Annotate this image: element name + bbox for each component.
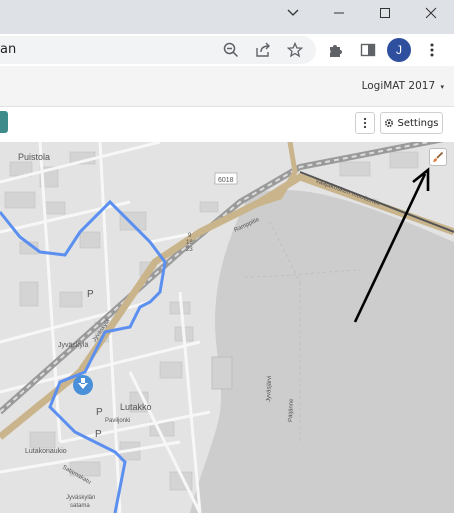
- zoom-button[interactable]: [220, 39, 242, 61]
- map-label-jyvaskyla: Jyväskylä: [58, 342, 88, 349]
- minimize-icon: [334, 12, 344, 14]
- paint-brush-icon: [433, 151, 444, 162]
- map-canvas[interactable]: Puistola 6018 Vaajakosken moottoritie Ra…: [0, 142, 454, 513]
- tab-search-chevron[interactable]: [270, 0, 316, 26]
- app-navbar: LogiMAT 2017 ▾: [0, 66, 454, 107]
- puzzle-icon: [330, 45, 342, 57]
- event-selector-label: LogiMAT 2017: [361, 80, 436, 92]
- profile-initial: J: [396, 43, 402, 57]
- map-label-junction-23: 23: [186, 247, 193, 253]
- map-toolbar: Settings: [0, 107, 454, 142]
- close-icon: [425, 7, 437, 19]
- chevron-down-icon: [287, 9, 299, 16]
- event-selector[interactable]: LogiMAT 2017 ▾: [362, 80, 444, 92]
- browser-menu-button[interactable]: [421, 39, 443, 61]
- close-button[interactable]: [408, 0, 454, 26]
- side-panel-icon: [360, 43, 376, 57]
- kebab-icon: [363, 117, 367, 129]
- gear-icon: [385, 118, 394, 128]
- map-label-lake-1: Jyväsjärvi: [266, 376, 273, 403]
- more-options-button[interactable]: [355, 112, 375, 134]
- address-text[interactable]: an: [0, 42, 16, 57]
- browser-title-bar: [0, 0, 454, 34]
- map-pond: [211, 356, 233, 390]
- map-style-button[interactable]: [429, 148, 447, 166]
- map-label-junction-18: 18: [186, 240, 193, 246]
- minimize-button[interactable]: [316, 0, 362, 26]
- map-label-lutakko: Lutakko: [120, 402, 152, 412]
- map-label-parking-2: P: [96, 407, 103, 418]
- settings-button[interactable]: Settings: [380, 112, 443, 134]
- settings-label: Settings: [397, 117, 439, 129]
- kebab-icon: [430, 43, 434, 57]
- share-button[interactable]: [252, 39, 274, 61]
- map-label-satama-2: satama: [70, 503, 90, 509]
- side-panel-button[interactable]: [357, 39, 379, 61]
- map-label-paviljonki: Paviljonki: [105, 418, 130, 424]
- map-label-road-6018: 6018: [218, 177, 234, 184]
- map-label-lake-2: Päijänne: [288, 398, 295, 422]
- profile-avatar[interactable]: J: [387, 38, 411, 62]
- map-label-parking-1: P: [87, 289, 94, 300]
- map-label-parking-3: P: [95, 429, 102, 440]
- share-icon: [256, 42, 270, 57]
- extensions-button[interactable]: [325, 39, 347, 61]
- maximize-button[interactable]: [362, 0, 408, 26]
- browser-toolbar: an J: [0, 34, 454, 66]
- map-label-lutakonaukio: Lutakonaukio: [25, 448, 67, 455]
- map-label-satama-1: Jyväskylän: [66, 495, 95, 501]
- teal-action-button[interactable]: [0, 111, 8, 133]
- location-pin-icon[interactable]: [73, 375, 93, 395]
- bookmark-button[interactable]: [284, 39, 306, 61]
- maximize-icon: [380, 8, 390, 18]
- zoom-out-icon: [223, 42, 239, 58]
- map-label-puistola: Puistola: [18, 152, 50, 162]
- star-icon: [287, 42, 303, 58]
- caret-down-icon: ▾: [440, 83, 444, 91]
- map-view[interactable]: Puistola 6018 Vaajakosken moottoritie Ra…: [0, 142, 454, 513]
